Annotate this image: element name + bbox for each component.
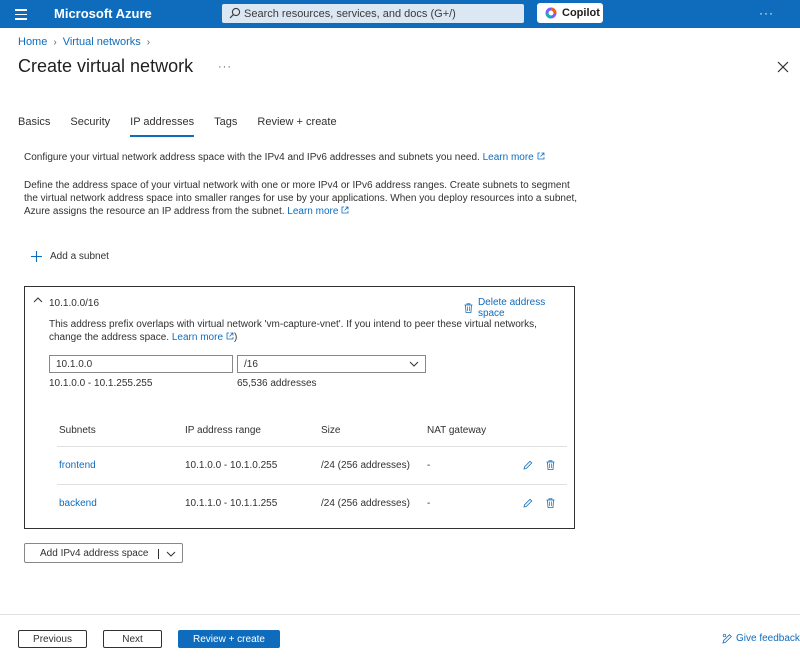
chevron-down-icon (409, 361, 419, 367)
intro-text: Configure your virtual network address s… (24, 152, 480, 163)
page-title: Create virtual network (18, 56, 194, 76)
address-range: 10.1.0.0 - 10.1.255.255 (49, 378, 153, 389)
more-icon[interactable]: ··· (759, 6, 774, 20)
previous-button[interactable]: Previous (18, 630, 87, 648)
chevron-down-icon[interactable] (166, 550, 176, 558)
external-link-icon (226, 332, 234, 340)
table-header-row: Subnets IP address range Size NAT gatewa… (57, 415, 567, 447)
trash-icon[interactable] (546, 460, 555, 470)
breadcrumb-virtual-networks[interactable]: Virtual networks (63, 36, 141, 48)
subnet-size: /24 (256 addresses) (321, 498, 410, 509)
subnet-range: 10.1.0.0 - 10.1.0.255 (185, 460, 278, 471)
table-row: frontend 10.1.0.0 - 10.1.0.255 /24 (256 … (57, 447, 567, 485)
column-header: IP address range (185, 425, 261, 436)
add-ipv4-label: Add IPv4 address space (40, 547, 149, 559)
plus-icon (31, 251, 42, 262)
footer: Previous Next Review + create Give feedb… (0, 614, 800, 663)
close-icon[interactable] (776, 60, 790, 74)
subnet-mask-select[interactable]: /16 (237, 355, 426, 373)
add-ipv4-address-space-button[interactable]: Add IPv4 address space (24, 543, 183, 563)
search-input[interactable] (244, 4, 519, 23)
pencil-icon[interactable] (523, 460, 533, 470)
external-link-icon (342, 206, 349, 214)
trash-icon[interactable] (546, 498, 555, 508)
warning-close-paren: ) (234, 332, 238, 343)
trash-icon (464, 303, 473, 313)
column-header: NAT gateway (427, 425, 487, 436)
subnet-name-link[interactable]: backend (59, 498, 97, 509)
give-feedback-link[interactable]: Give feedback (722, 633, 800, 644)
copilot-label: Copilot (562, 7, 600, 19)
address-prefix: 10.1.0.0/16 (49, 298, 100, 309)
learn-more-link[interactable]: Learn more (287, 206, 338, 217)
tab-review-create[interactable]: Review + create (257, 116, 336, 137)
address-count: 65,536 addresses (237, 378, 317, 389)
table-row: backend 10.1.1.0 - 10.1.1.255 /24 (256 a… (57, 485, 567, 523)
subnet-nat: - (427, 460, 431, 471)
delete-address-space-button[interactable]: Delete address space (464, 297, 574, 319)
subnet-range: 10.1.1.0 - 10.1.1.255 (185, 498, 278, 509)
address-space-description: Define the address space of your virtual… (24, 179, 584, 218)
learn-more-link[interactable]: Learn more (172, 332, 223, 343)
tab-basics[interactable]: Basics (18, 116, 50, 137)
learn-more-link[interactable]: Learn more (483, 152, 534, 163)
breadcrumb: Home › Virtual networks › (18, 36, 156, 48)
split-divider (158, 549, 159, 559)
tab-tags[interactable]: Tags (214, 116, 237, 137)
add-subnet-label: Add a subnet (50, 251, 109, 262)
overlap-warning: This address prefix overlaps with virtua… (49, 318, 569, 344)
global-search[interactable] (222, 4, 524, 23)
copilot-button[interactable]: Copilot (537, 3, 603, 23)
tab-bar: Basics Security IP addresses Tags Review… (18, 116, 357, 137)
chevron-up-icon[interactable] (33, 296, 43, 304)
title-more-icon[interactable]: ··· (218, 61, 232, 73)
copilot-icon (545, 7, 557, 19)
address-input[interactable] (49, 355, 233, 373)
hamburger-icon[interactable] (10, 6, 32, 22)
feedback-icon (722, 633, 732, 644)
subnet-name-link[interactable]: frontend (59, 460, 96, 471)
breadcrumb-home[interactable]: Home (18, 36, 47, 48)
subnet-size: /24 (256 addresses) (321, 460, 410, 471)
next-button[interactable]: Next (103, 630, 162, 648)
brand-name[interactable]: Microsoft Azure (54, 6, 152, 21)
address-space-panel: 10.1.0.0/16 Delete address space This ad… (24, 286, 575, 529)
overlap-warning-text: This address prefix overlaps with virtua… (49, 319, 537, 343)
search-icon (229, 7, 241, 19)
subnets-table: Subnets IP address range Size NAT gatewa… (57, 415, 567, 523)
column-header: Subnets (59, 425, 96, 436)
delete-address-space-label: Delete address space (477, 297, 546, 319)
top-bar: Microsoft Azure Copilot ··· (0, 0, 800, 28)
give-feedback-label: Give feedback (736, 633, 800, 644)
tab-ip-addresses[interactable]: IP addresses (130, 116, 195, 137)
intro-description: Configure your virtual network address s… (24, 151, 584, 164)
external-link-icon (537, 152, 545, 160)
chevron-right-icon: › (146, 36, 151, 48)
pencil-icon[interactable] (523, 498, 533, 508)
review-create-button[interactable]: Review + create (178, 630, 280, 648)
subnet-nat: - (427, 498, 431, 509)
subnet-mask-value: /16 (244, 359, 258, 370)
add-subnet-button[interactable]: Add a subnet (30, 250, 109, 263)
tab-security[interactable]: Security (70, 116, 110, 137)
column-header: Size (321, 425, 341, 436)
chevron-right-icon: › (53, 36, 57, 48)
